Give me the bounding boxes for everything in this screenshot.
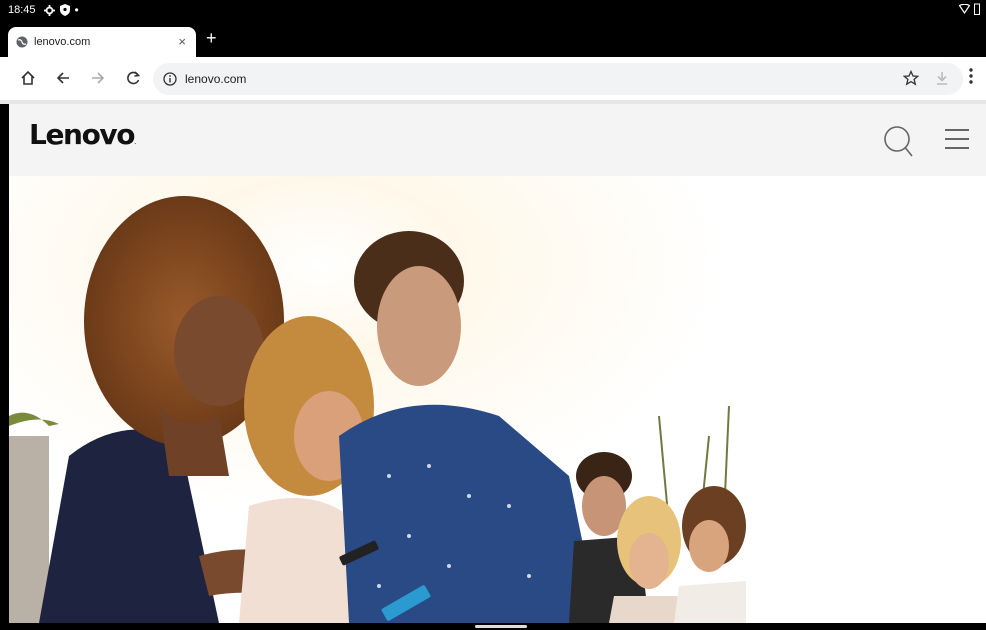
site-header: Lenovo. — [9, 104, 986, 176]
more-vert-icon — [969, 68, 973, 84]
shield-icon — [59, 4, 70, 16]
more-menu-button[interactable] — [968, 67, 974, 90]
home-gesture-handle[interactable] — [475, 625, 527, 628]
status-bar: 18:45 • — [0, 0, 986, 20]
new-tab-button[interactable]: + — [206, 28, 217, 48]
forward-icon — [92, 72, 105, 84]
battery-icon — [974, 3, 980, 15]
back-button[interactable] — [51, 65, 75, 91]
tab-lenovo[interactable]: lenovo.com × — [8, 27, 196, 57]
web-content: Lenovo. — [9, 104, 986, 623]
home-button[interactable] — [16, 65, 40, 91]
settings-icon — [43, 4, 55, 16]
lenovo-logo[interactable]: Lenovo. — [29, 118, 136, 151]
system-nav-bar — [0, 623, 986, 630]
back-icon — [56, 72, 69, 84]
browser-toolbar: lenovo.com — [0, 57, 986, 100]
tab-strip: lenovo.com × + — [0, 20, 986, 57]
status-time: 18:45 — [8, 4, 36, 16]
dot-icon: • — [74, 3, 79, 17]
hamburger-menu-icon[interactable] — [944, 128, 970, 150]
download-icon[interactable] — [935, 70, 949, 86]
search-icon[interactable] — [883, 124, 913, 158]
tab-close-button[interactable]: × — [178, 34, 186, 49]
home-icon — [21, 70, 35, 85]
wifi-icon — [959, 4, 970, 14]
hero-image — [9, 176, 746, 623]
forward-button[interactable] — [86, 65, 110, 91]
star-icon[interactable] — [903, 70, 919, 86]
url-text[interactable]: lenovo.com — [185, 72, 246, 86]
address-bar[interactable]: lenovo.com — [153, 63, 963, 95]
info-icon[interactable] — [163, 72, 177, 86]
reload-button[interactable] — [121, 65, 145, 91]
tab-title: lenovo.com — [34, 36, 91, 48]
status-icons: • — [43, 3, 79, 17]
logo-trademark: . — [134, 138, 137, 146]
logo-text: Lenovo — [29, 118, 135, 151]
globe-icon — [16, 36, 28, 48]
reload-icon — [127, 71, 141, 85]
